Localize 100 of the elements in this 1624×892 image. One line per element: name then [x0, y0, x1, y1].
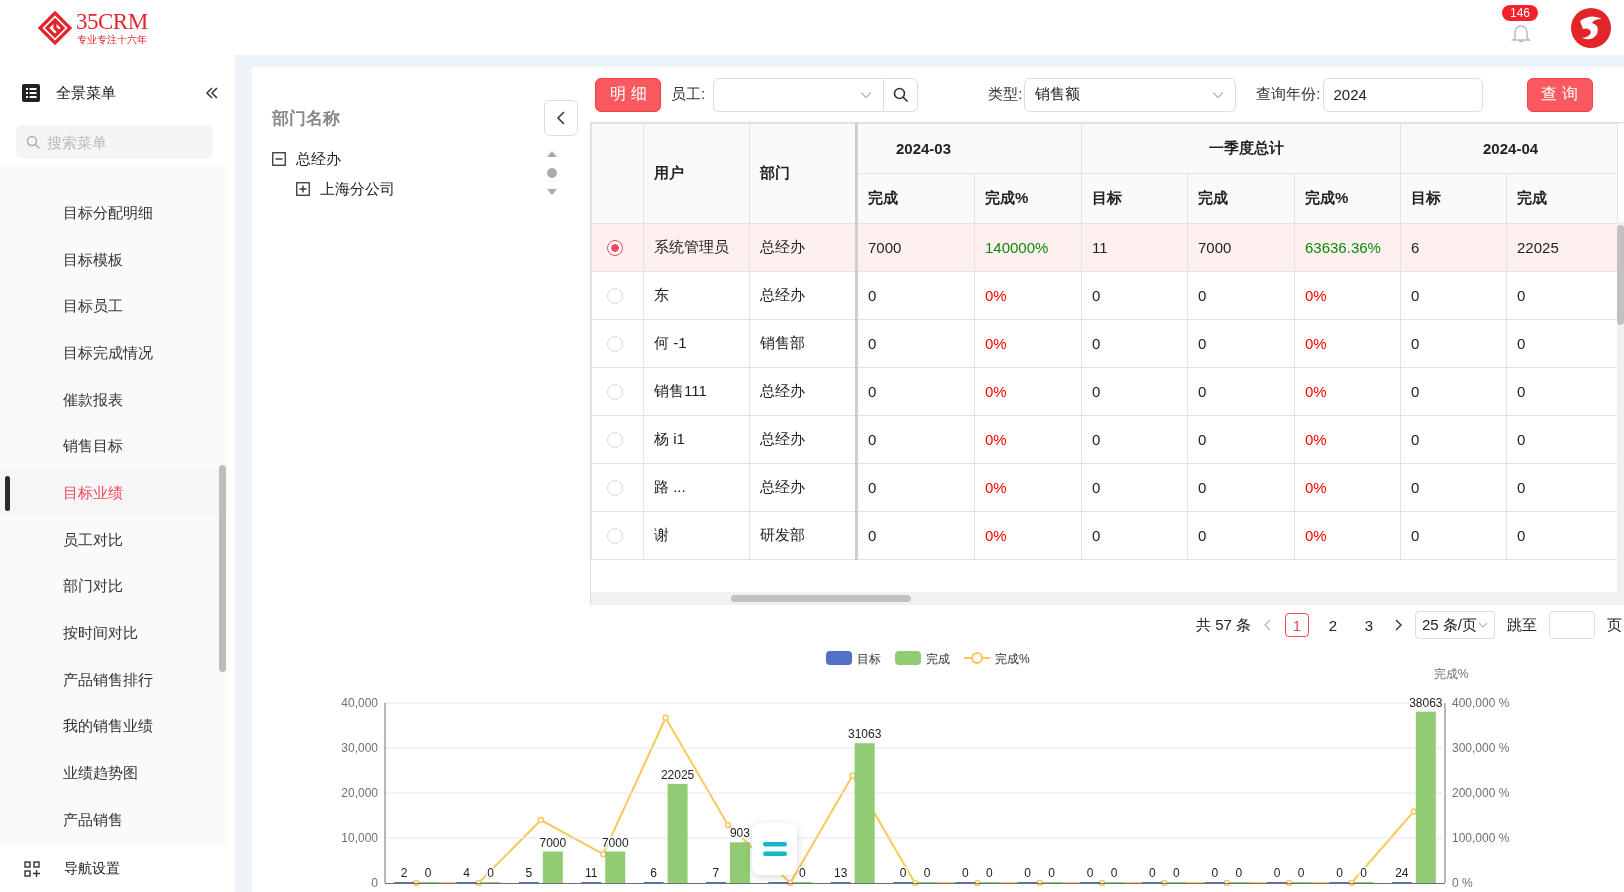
table-cell: 0: [1081, 415, 1188, 464]
data-label: 0: [1360, 866, 1367, 880]
data-label: 6: [650, 866, 657, 880]
table-cell: 0: [1187, 367, 1295, 416]
table-cell: 0%: [974, 415, 1082, 464]
column-header: 部门: [749, 123, 857, 224]
table-cell: 0: [1400, 367, 1507, 416]
data-label: 2: [400, 866, 408, 880]
logo-text: 35CRM: [76, 9, 148, 34]
table-cell: 0: [1400, 271, 1507, 320]
table-cell: 0: [1081, 367, 1188, 416]
table-cell: 0: [1187, 511, 1295, 560]
data-label: 5: [525, 866, 533, 880]
axis-label: 30,000: [341, 741, 378, 755]
table-cell: 研发部: [749, 511, 857, 560]
table-cell: 0: [1400, 415, 1507, 464]
table-cell: 总经办: [749, 415, 857, 464]
table-cell: 谢: [643, 511, 750, 560]
data-label: 0: [899, 866, 907, 880]
table-cell: 0: [1187, 415, 1295, 464]
table-cell: 0%: [1294, 367, 1401, 416]
table-cell: 0: [1187, 319, 1295, 368]
data-label: 22025: [660, 767, 695, 782]
axis-label: 10,000: [341, 831, 378, 845]
data-label: 0: [1336, 866, 1343, 880]
column-header: 目标: [1400, 173, 1507, 224]
data-label: 7000: [539, 835, 567, 850]
column-header: 完成: [856, 173, 975, 224]
data-label: 0: [986, 866, 993, 880]
total-count: 共 57 条: [1195, 615, 1251, 635]
data-label: 0: [1211, 866, 1219, 880]
table-cell: 0%: [974, 511, 1082, 560]
table-cell: 0%: [1294, 271, 1401, 320]
data-label: 0: [962, 866, 969, 880]
column-header: 完成%: [974, 173, 1082, 224]
data-label: 4: [463, 866, 470, 880]
table-cell: 0: [856, 463, 975, 512]
table-cell: 0: [1081, 511, 1188, 560]
table-cell: 东: [643, 271, 750, 320]
table-cell: 销售部: [749, 319, 857, 368]
data-label: 0: [1173, 866, 1180, 880]
data-label: 0: [923, 866, 931, 880]
field-label: 查询年份:: [1256, 85, 1321, 104]
column-header: 完成: [1506, 173, 1618, 224]
data-label: 0: [1235, 866, 1243, 880]
table-cell: 0: [856, 367, 975, 416]
panel-title: 部门名称: [272, 107, 340, 130]
axis-label: 200,000 %: [1452, 786, 1510, 800]
data-label: 0: [1024, 866, 1032, 880]
data-label: 0: [1048, 866, 1056, 880]
data-label: 7: [712, 866, 720, 880]
data-label: 31063: [847, 727, 882, 742]
field-label: 类型:: [988, 85, 1023, 104]
axis-label: 40,000: [341, 696, 378, 710]
table-cell: 63636.36%: [1294, 223, 1401, 272]
table-cell: 7000: [856, 223, 975, 272]
jump-label: 跳至: [1507, 615, 1537, 635]
table-cell: 0%: [1294, 415, 1401, 464]
data-label: 0: [1110, 866, 1118, 880]
table-cell: 0: [1187, 463, 1295, 512]
axis-label: 100,000 %: [1452, 831, 1510, 845]
data-label: 24: [1395, 866, 1409, 880]
table-cell: 140000%: [974, 223, 1082, 272]
table-cell: 0: [1400, 463, 1507, 512]
data-label: 0: [1273, 866, 1281, 880]
table-cell: 杨 i1: [643, 415, 750, 464]
table-cell: 0%: [1294, 463, 1401, 512]
table-cell: 何 -1: [643, 319, 750, 368]
column-header: 目标: [1081, 173, 1188, 224]
axis-label: 300,000 %: [1452, 741, 1510, 755]
table-cell: 7000: [1187, 223, 1295, 272]
logo-tagline: 专业专注十六年: [76, 33, 147, 46]
axis-label: 400,000 %: [1452, 696, 1510, 710]
table-cell: 6: [1400, 223, 1507, 272]
table-cell: 0%: [1294, 319, 1401, 368]
table-cell: 0: [1081, 271, 1188, 320]
axis-label: 0 %: [1452, 876, 1473, 890]
table-cell: 0: [1081, 319, 1188, 368]
table-cell: 0: [1081, 463, 1188, 512]
jump-suffix: 页: [1607, 615, 1622, 635]
notification-badge: 146: [1502, 4, 1539, 21]
data-label: 0: [1149, 866, 1156, 880]
table-cell: 0: [856, 319, 975, 368]
table-cell: 0: [856, 271, 975, 320]
data-label: 0: [1297, 866, 1305, 880]
axis-label: 20,000: [341, 786, 378, 800]
table-cell: 0%: [1294, 511, 1401, 560]
table-cell: 0%: [974, 319, 1082, 368]
table-cell: 0: [856, 511, 975, 560]
table-cell: 0%: [974, 463, 1082, 512]
table-cell: 系统管理员: [643, 223, 750, 272]
column-header: 2024-03: [856, 123, 1082, 174]
table-cell: 0%: [974, 271, 1082, 320]
column-header: 完成%: [1294, 173, 1401, 224]
table-cell: 0: [1400, 319, 1507, 368]
table-cell: 0: [1187, 271, 1295, 320]
table-cell: 总经办: [749, 463, 857, 512]
table-cell: 0: [856, 415, 975, 464]
table-cell: 总经办: [749, 271, 857, 320]
data-label: 0: [798, 866, 806, 880]
